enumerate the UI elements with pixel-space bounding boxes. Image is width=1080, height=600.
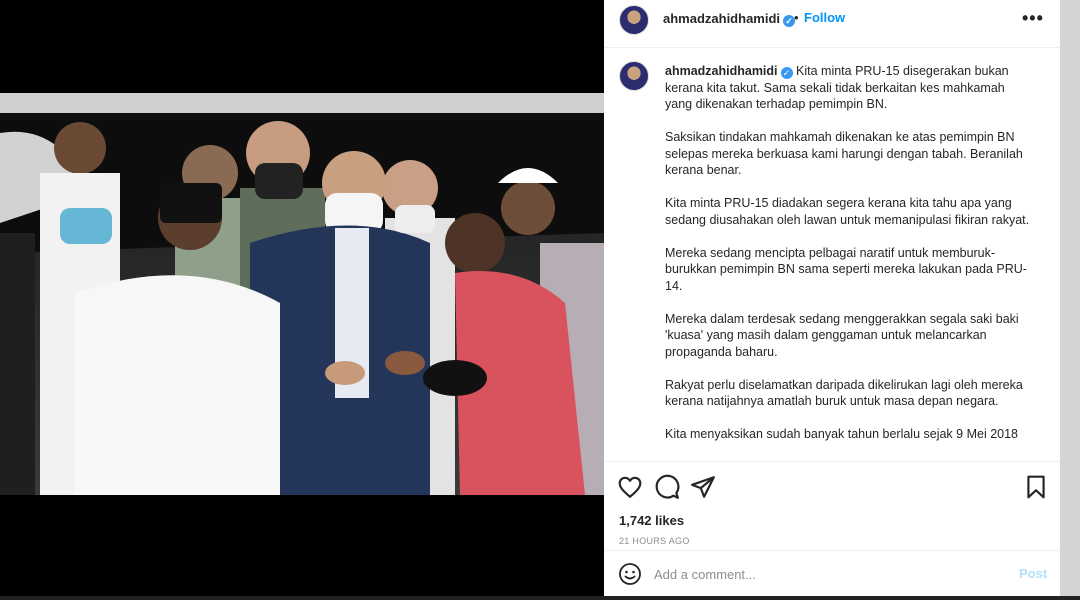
page-bottom-strip bbox=[0, 596, 1080, 600]
caption-username[interactable]: ahmadzahidhamidi bbox=[665, 64, 778, 78]
caption-paragraph: Kita minta PRU-15 diadakan segera kerana… bbox=[665, 196, 1030, 227]
caption-paragraph: Kita menyaksikan sudah banyak tahun berl… bbox=[665, 427, 1018, 441]
verified-badge-icon: ✓ bbox=[780, 67, 793, 79]
comment-bar: Post bbox=[604, 550, 1060, 596]
heart-icon[interactable] bbox=[617, 474, 643, 500]
caption-section[interactable]: ahmadzahidhamidi ✓ Kita minta PRU-15 dise… bbox=[604, 48, 1060, 462]
bookmark-icon[interactable] bbox=[1023, 474, 1049, 500]
caption-paragraph: Mereka sedang mencipta pelbagai naratif … bbox=[665, 245, 1027, 293]
caption-paragraph: Mereka dalam terdesak sedang menggerakka… bbox=[665, 311, 1019, 359]
caption-text: ahmadzahidhamidi ✓ Kita minta PRU-15 dise… bbox=[665, 63, 1035, 459]
post-timestamp[interactable]: 21 HOURS AGO bbox=[619, 536, 690, 546]
page-background-strip bbox=[1060, 0, 1080, 600]
post-comment-button[interactable]: Post bbox=[1019, 566, 1047, 581]
likes-count[interactable]: 1,742 likes bbox=[619, 513, 684, 528]
photo-illustration bbox=[0, 93, 604, 495]
post-details-panel: ahmadzahidhamidi ✓ • Follow ••• ahmadzahi… bbox=[604, 0, 1060, 596]
author-avatar[interactable] bbox=[619, 5, 649, 35]
caption-paragraph: Saksikan tindakan mahkamah dikenakan ke … bbox=[665, 130, 1023, 177]
emoji-icon[interactable] bbox=[618, 562, 642, 586]
post-photo[interactable] bbox=[0, 93, 604, 495]
post-header: ahmadzahidhamidi ✓ • Follow ••• bbox=[604, 0, 1060, 48]
more-options-icon[interactable]: ••• bbox=[1022, 8, 1044, 29]
follow-button[interactable]: Follow bbox=[804, 10, 845, 25]
action-bar bbox=[604, 468, 1060, 508]
caption-paragraph: ahmadzahidhamidi ✓ Kita minta PRU-15 dise… bbox=[665, 63, 1035, 113]
caption-author-avatar[interactable] bbox=[619, 61, 649, 91]
author-username[interactable]: ahmadzahidhamidi ✓ bbox=[663, 11, 796, 27]
caption-paragraph: Rakyat perlu diselamatkan daripada dikel… bbox=[665, 377, 1023, 409]
share-icon[interactable] bbox=[690, 474, 716, 500]
author-username-text[interactable]: ahmadzahidhamidi bbox=[663, 11, 780, 26]
media-panel bbox=[0, 0, 604, 600]
header-separator: • bbox=[794, 10, 799, 25]
comment-input[interactable] bbox=[654, 563, 994, 585]
comment-icon[interactable] bbox=[654, 474, 680, 500]
